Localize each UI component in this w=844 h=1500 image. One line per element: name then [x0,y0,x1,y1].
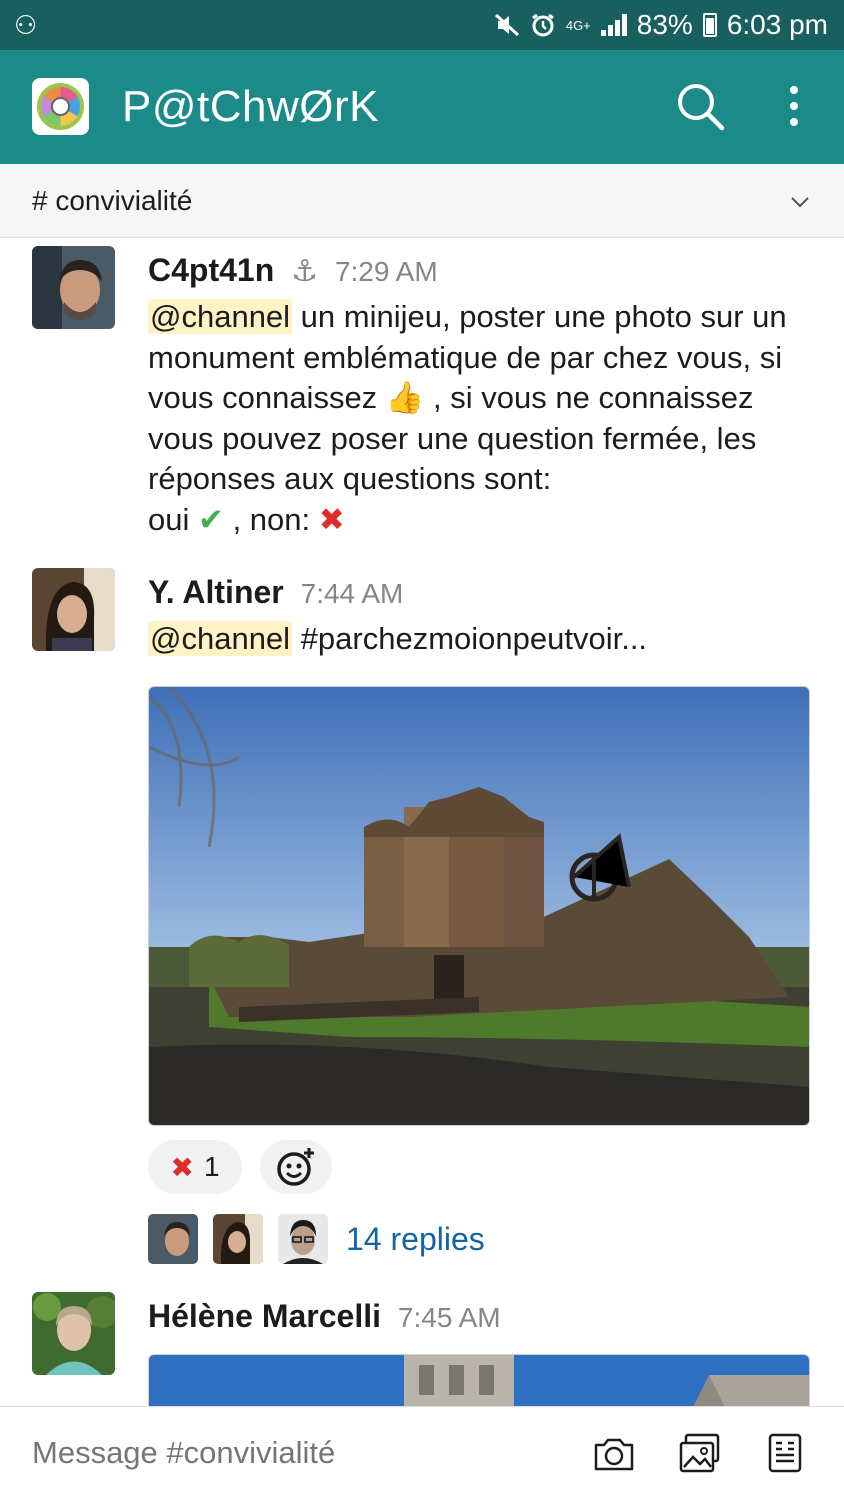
app-bar: P@tChwØrK [0,50,844,164]
search-button[interactable] [672,78,728,134]
clock: 6:03 pm [726,9,828,40]
check-mark-icon: ✔ [197,501,224,538]
thread-replies-link[interactable]: 14 replies [346,1218,485,1260]
workspace-logo-hub [51,97,70,116]
channel-mention[interactable]: @channel [148,299,293,334]
avatar-photo [32,246,115,329]
add-reaction-button[interactable] [260,1140,332,1194]
overflow-menu-button[interactable] [774,80,814,132]
image-attachment[interactable] [148,686,810,1126]
message-header: C4pt41n ⚓ 7:29 AM [148,250,438,292]
dot-icon [790,86,798,94]
chevron-down-icon[interactable] [790,192,810,212]
add-emoji-icon [277,1148,314,1186]
message-text-part: , non: [223,501,319,537]
avatar-photo [32,568,115,651]
status-bar: ⚇ 4G+ 83% 6:03 pm [0,0,844,50]
cross-mark-icon: ✖ [170,1150,194,1184]
message-text-part: oui [148,501,198,537]
thumbs-up-icon: 👍 [385,380,425,416]
timestamp: 7:44 AM [300,578,404,609]
author-name[interactable]: C4pt41n [148,252,274,288]
signal-icon [600,14,627,36]
channel-name: # convivialité [32,185,193,216]
search-icon [678,84,725,131]
message-composer [0,1406,844,1500]
castle-ruins-image [149,687,809,1125]
message-text: @channel un minijeu, poster une photo su… [148,297,818,540]
reaction-count: 1 [203,1151,220,1182]
battery-percent: 83% [636,9,693,40]
message-text: @channel #parchezmoionpeutvoir... [148,619,818,660]
mute-icon [494,13,519,37]
alarm-icon [531,13,554,37]
snippet-file-icon[interactable] [764,1431,808,1475]
reaction-pill[interactable]: ✖ 1 [148,1140,242,1194]
message-input[interactable] [32,1433,552,1473]
timestamp: 7:45 AM [397,1302,501,1333]
author-name[interactable]: Y. Altiner [148,574,284,610]
image-gallery-icon[interactable] [678,1431,722,1475]
message-text-part: #parchezmoionpeutvoir... [292,621,648,656]
avatar[interactable] [32,246,115,329]
battery-icon [702,13,717,37]
reply-avatar [213,1214,263,1264]
cross-mark-icon: ✖ [318,501,345,538]
message-header: Hélène Marcelli 7:45 AM [148,1296,501,1338]
channel-mention[interactable]: @channel [148,621,293,656]
reply-avatar [278,1214,328,1264]
timestamp: 7:29 AM [334,256,438,287]
camera-icon[interactable] [592,1431,636,1475]
workspace-title[interactable]: P@tChwØrK [122,80,379,134]
reply-avatar [148,1214,198,1264]
image-attachment[interactable] [148,1354,810,1414]
dot-icon [790,118,798,126]
author-name[interactable]: Hélène Marcelli [148,1298,381,1334]
voicemail-icon: ⚇ [14,10,38,40]
message-header: Y. Altiner 7:44 AM [148,572,403,614]
avatar[interactable] [32,1292,115,1375]
avatar[interactable] [32,568,115,651]
workspace-logo[interactable] [32,78,89,135]
status-icons: 4G+ 83% 6:03 pm [494,8,828,42]
channel-header[interactable]: # convivialité [0,164,844,238]
avatar-photo [32,1292,115,1375]
anchor-icon: ⚓ [291,255,319,288]
network-type: 4G+ [565,17,591,33]
dot-icon [790,102,798,110]
